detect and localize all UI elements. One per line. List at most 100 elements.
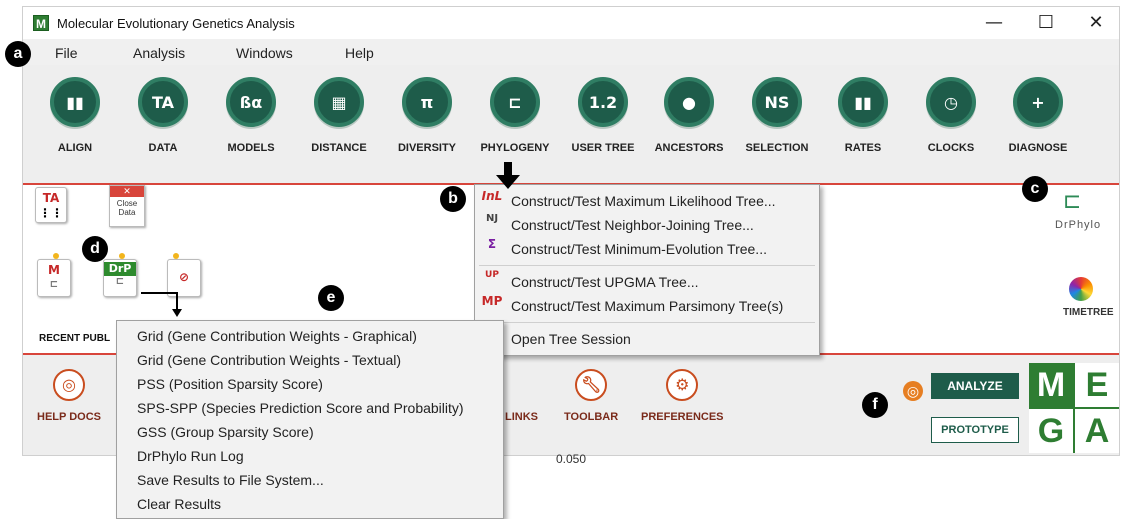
- me-icon: Σ: [487, 237, 497, 251]
- toolbar-button-user-tree[interactable]: 1.2 USER TREE: [563, 77, 643, 154]
- menu-item-pss[interactable]: PSS (Position Sparsity Score): [117, 372, 503, 396]
- callout-d: d: [82, 236, 108, 262]
- menu-label: Construct/Test Neighbor-Joining Tree...: [511, 217, 754, 233]
- maximize-button[interactable]: ☐: [1023, 7, 1069, 39]
- recent-drphylo-file-icon[interactable]: DrP ⊏: [103, 259, 137, 297]
- mega-letter-g: G: [1029, 409, 1073, 453]
- toolbar-label: DIAGNOSE: [1008, 142, 1068, 154]
- toolbar-label: CLOCKS: [927, 142, 975, 154]
- models-icon: ßα: [226, 77, 276, 127]
- menu-item-sps-spp[interactable]: SPS-SPP (Species Prediction Score and Pr…: [117, 396, 503, 420]
- toolbar-button-diagnose[interactable]: + DIAGNOSE: [998, 77, 1078, 154]
- arrow-down-icon: [496, 175, 520, 189]
- help-docs-icon: ◎: [52, 369, 85, 401]
- toolbar-label: SELECTION: [745, 142, 809, 154]
- upgma-icon: UP: [485, 270, 499, 280]
- close-data-label: Close Data: [116, 199, 138, 217]
- menu-item-gss[interactable]: GSS (Group Sparsity Score): [117, 420, 503, 444]
- menu-bar: File Analysis Windows Help: [23, 39, 1119, 65]
- menu-windows[interactable]: Windows: [236, 45, 293, 61]
- close-button[interactable]: ✕: [1073, 7, 1119, 39]
- drphylo-file-glyph: DrP: [104, 262, 136, 276]
- drphylo-dropdown-menu: Grid (Gene Contribution Weights - Graphi…: [116, 320, 504, 519]
- menu-item-grid-graphical[interactable]: Grid (Gene Contribution Weights - Graphi…: [117, 324, 503, 348]
- menu-label: Construct/Test UPGMA Tree...: [511, 274, 699, 290]
- menu-label: Construct/Test Maximum Parsimony Tree(s): [511, 298, 784, 314]
- toolbar-wrench-icon: 🔧︎: [575, 369, 608, 401]
- prototype-button[interactable]: PROTOTYPE: [931, 417, 1019, 443]
- menu-item-grid-textual[interactable]: Grid (Gene Contribution Weights - Textua…: [117, 348, 503, 372]
- pin-icon: [53, 253, 59, 259]
- mega-letter-m: M: [1029, 363, 1073, 407]
- links-button[interactable]: ◎ LINKS: [505, 369, 538, 423]
- data-explorer-icon[interactable]: TA ⋮⋮: [35, 187, 67, 223]
- menu-item-clear-results[interactable]: Clear Results: [117, 492, 503, 516]
- menu-file[interactable]: File: [55, 45, 78, 61]
- help-docs-label: HELP DOCS: [37, 411, 101, 423]
- links-label: LINKS: [505, 411, 538, 423]
- phylogeny-icon: ⊏: [490, 77, 540, 127]
- toolbar-label: USER TREE: [571, 142, 635, 154]
- menu-label: Construct/Test Minimum-Evolution Tree...: [511, 241, 767, 257]
- diversity-icon: π: [402, 77, 452, 127]
- rates-icon: ▮▮: [838, 77, 888, 127]
- analyze-button[interactable]: ANALYZE: [931, 373, 1019, 399]
- toolbar-button[interactable]: 🔧︎ TOOLBAR: [564, 369, 618, 423]
- menu-item-neighbor-joining[interactable]: NJ Construct/Test Neighbor-Joining Tree..…: [475, 213, 819, 237]
- minimize-button[interactable]: —: [971, 7, 1017, 39]
- menu-item-save-results[interactable]: Save Results to File System...: [117, 468, 503, 492]
- toolbar-label: TOOLBAR: [564, 411, 619, 423]
- mega-logo: M E G A: [1029, 363, 1119, 453]
- callout-a: a: [5, 41, 31, 67]
- pin-icon: [119, 253, 125, 259]
- close-data-button[interactable]: ✕ Close Data: [109, 185, 145, 227]
- phylogeny-dropdown-menu: InL Construct/Test Maximum Likelihood Tre…: [474, 184, 820, 356]
- recent-mega-file-icon[interactable]: M ⊏: [37, 259, 71, 297]
- timetree-logo[interactable]: TIMETREE: [1063, 307, 1114, 318]
- toolbar-label: PHYLOGENY: [480, 142, 550, 154]
- close-data-x-icon: ✕: [110, 186, 144, 197]
- toolbar-button-distance[interactable]: ▦ DISTANCE: [299, 77, 379, 154]
- menu-item-minimum-evolution[interactable]: Σ Construct/Test Minimum-Evolution Tree..…: [475, 237, 819, 261]
- menu-help[interactable]: Help: [345, 45, 374, 61]
- data-icon: TA: [138, 77, 188, 127]
- toolbar-button-ancestors[interactable]: ● ANCESTORS: [649, 77, 729, 154]
- menu-item-run-log[interactable]: DrPhylo Run Log: [117, 444, 503, 468]
- pin-icon: [173, 253, 179, 259]
- menu-label: Construct/Test Maximum Likelihood Tree..…: [511, 193, 776, 209]
- toolbar-button-clocks[interactable]: ◷ CLOCKS: [911, 77, 991, 154]
- ta-glyph: TA: [42, 191, 60, 205]
- menu-item-maximum-likelihood[interactable]: InL Construct/Test Maximum Likelihood Tre…: [475, 189, 819, 213]
- callout-e: e: [318, 285, 344, 311]
- mega-app-icon: M: [33, 15, 49, 31]
- diagnose-icon: +: [1013, 77, 1063, 127]
- menu-item-upgma[interactable]: UP Construct/Test UPGMA Tree...: [475, 270, 819, 294]
- arrow-shaft: [504, 162, 512, 176]
- toolbar-button-models[interactable]: ßα MODELS: [211, 77, 291, 154]
- menu-item-open-tree-session[interactable]: ▬Open Tree Session: [475, 327, 819, 351]
- toolbar-button-phylogeny[interactable]: ⊏ PHYLOGENY: [475, 77, 555, 154]
- main-toolbar: ▮▮ ALIGN TA DATA ßα MODELS ▦ DISTANCE π DIVERSITY…: [23, 65, 1119, 185]
- menu-item-maximum-parsimony[interactable]: MP Construct/Test Maximum Parsimony Tree(…: [475, 294, 819, 318]
- toolbar-label: MODELS: [227, 142, 275, 154]
- ml-icon: InL: [481, 189, 503, 203]
- toolbar-button-align[interactable]: ▮▮ ALIGN: [35, 77, 115, 154]
- mega-file-glyph: M: [48, 263, 60, 277]
- drphylo-logo[interactable]: DrPhylo: [1055, 219, 1101, 231]
- toolbar-button-diversity[interactable]: π DIVERSITY: [387, 77, 467, 154]
- window-title: Molecular Evolutionary Genetics Analysis: [57, 16, 295, 31]
- help-docs-button[interactable]: ◎ HELP DOCS: [37, 369, 101, 423]
- selection-icon: NS: [752, 77, 802, 127]
- toolbar-label: RATES: [844, 142, 882, 154]
- toolbar-button-rates[interactable]: ▮▮ RATES: [823, 77, 903, 154]
- toolbar-label: DATA: [148, 142, 178, 154]
- toolbar-button-data[interactable]: TA DATA: [123, 77, 203, 154]
- toolbar-button-selection[interactable]: NS SELECTION: [737, 77, 817, 154]
- toolbar-label: ANCESTORS: [654, 142, 724, 154]
- menu-analysis[interactable]: Analysis: [133, 45, 185, 61]
- mega-letter-e: E: [1075, 363, 1119, 407]
- lifebuoy-icon[interactable]: ◎: [903, 381, 923, 401]
- menu-separator: [479, 322, 815, 323]
- timetree-globe-icon: [1069, 277, 1093, 301]
- preferences-button[interactable]: ⚙ PREFERENCES: [641, 369, 724, 423]
